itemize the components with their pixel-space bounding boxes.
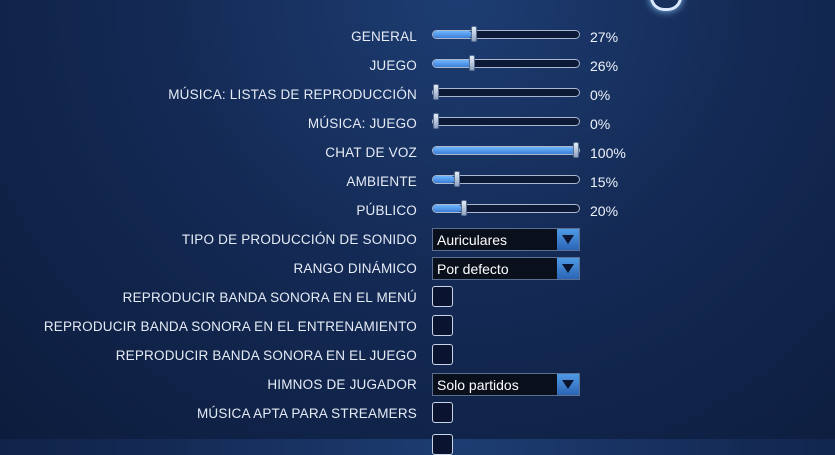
volume-slider-crowd[interactable] [432, 200, 580, 216]
slider-row-crowd: PÚBLICO 20% [0, 196, 835, 225]
checkbox-row-streamer-music: MÚSICA APTA PARA STREAMERS [0, 399, 835, 428]
slider-fill [433, 60, 471, 67]
slider-label: AMBIENTE [346, 174, 417, 189]
audio-settings-list: GENERAL 27% JUEGO 26% MÚSICA: LISTAS DE … [0, 22, 835, 428]
slider-value: 26% [590, 58, 619, 74]
slider-label: GENERAL [351, 29, 417, 44]
dropdown-row-output-type: TIPO DE PRODUCCIÓN DE SONIDO Auriculares [0, 225, 835, 254]
triangle-down-icon[interactable] [557, 229, 579, 250]
slider-thumb[interactable] [433, 84, 439, 100]
slider-thumb[interactable] [461, 200, 467, 216]
slider-value: 27% [590, 29, 619, 45]
slider-row-voice-chat: CHAT DE VOZ 100% [0, 138, 835, 167]
menu-soundtrack-checkbox[interactable] [432, 286, 453, 307]
volume-slider-music-game[interactable] [432, 113, 580, 129]
volume-slider-music-playlists[interactable] [432, 84, 580, 100]
select-value: Auriculares [437, 232, 508, 248]
slider-row-ambient: AMBIENTE 15% [0, 167, 835, 196]
next-row-checkbox[interactable] [432, 434, 453, 455]
volume-slider-ambient[interactable] [432, 171, 580, 187]
slider-thumb[interactable] [573, 142, 579, 158]
volume-slider-game[interactable] [432, 55, 580, 71]
volume-slider-voice-chat[interactable] [432, 142, 580, 158]
slider-label: JUEGO [369, 58, 417, 73]
dropdown-row-dynamic-range: RANGO DINÁMICO Por defecto [0, 254, 835, 283]
training-soundtrack-checkbox[interactable] [432, 315, 453, 336]
game-soundtrack-checkbox[interactable] [432, 344, 453, 365]
streamer-music-checkbox[interactable] [432, 402, 453, 423]
volume-slider-general[interactable] [432, 26, 580, 42]
slider-row-music-game: MÚSICA: JUEGO 0% [0, 109, 835, 138]
dropdown-label: RANGO DINÁMICO [293, 261, 417, 276]
triangle-down-icon[interactable] [557, 258, 579, 279]
slider-fill [433, 176, 455, 183]
slider-thumb[interactable] [433, 113, 439, 129]
checkbox-label: REPRODUCIR BANDA SONORA EN EL MENÚ [122, 290, 417, 305]
dropdown-label: TIPO DE PRODUCCIÓN DE SONIDO [181, 232, 417, 247]
dropdown-label: HIMNOS DE JUGADOR [267, 377, 417, 392]
player-anthems-select[interactable]: Solo partidos [432, 373, 580, 396]
output-type-select[interactable]: Auriculares [432, 228, 580, 251]
slider-label: MÚSICA: JUEGO [307, 116, 417, 131]
dropdown-row-player-anthems: HIMNOS DE JUGADOR Solo partidos [0, 370, 835, 399]
checkbox-label: REPRODUCIR BANDA SONORA EN EL ENTRENAMIE… [43, 319, 417, 334]
slider-value: 20% [590, 203, 619, 219]
slider-value: 0% [590, 87, 611, 103]
slider-thumb[interactable] [470, 26, 477, 42]
checkbox-row-game-soundtrack: REPRODUCIR BANDA SONORA EN EL JUEGO [0, 341, 835, 370]
select-value: Por defecto [437, 261, 509, 277]
select-value: Solo partidos [437, 377, 519, 393]
slider-label: CHAT DE VOZ [325, 145, 417, 160]
slider-fill [433, 147, 579, 154]
slider-label: MÚSICA: LISTAS DE REPRODUCCIÓN [168, 87, 417, 102]
slider-row-general: GENERAL 27% [0, 22, 835, 51]
dynamic-range-select[interactable]: Por defecto [432, 257, 580, 280]
slider-label: PÚBLICO [356, 203, 417, 218]
checkbox-label: REPRODUCIR BANDA SONORA EN EL JUEGO [115, 348, 417, 363]
slider-row-game: JUEGO 26% [0, 51, 835, 80]
slider-thumb[interactable] [469, 55, 476, 71]
slider-value: 0% [590, 116, 611, 132]
slider-fill [433, 31, 473, 38]
slider-value: 100% [590, 145, 626, 161]
checkbox-row-menu-soundtrack: REPRODUCIR BANDA SONORA EN EL MENÚ [0, 283, 835, 312]
slider-value: 15% [590, 174, 619, 190]
slider-fill [433, 205, 463, 212]
slider-row-music-playlists: MÚSICA: LISTAS DE REPRODUCCIÓN 0% [0, 80, 835, 109]
slider-thumb[interactable] [454, 171, 460, 187]
triangle-down-icon[interactable] [557, 374, 579, 395]
scroll-indicator-icon [650, 0, 682, 11]
checkbox-row-training-soundtrack: REPRODUCIR BANDA SONORA EN EL ENTRENAMIE… [0, 312, 835, 341]
checkbox-label: MÚSICA APTA PARA STREAMERS [196, 406, 417, 421]
